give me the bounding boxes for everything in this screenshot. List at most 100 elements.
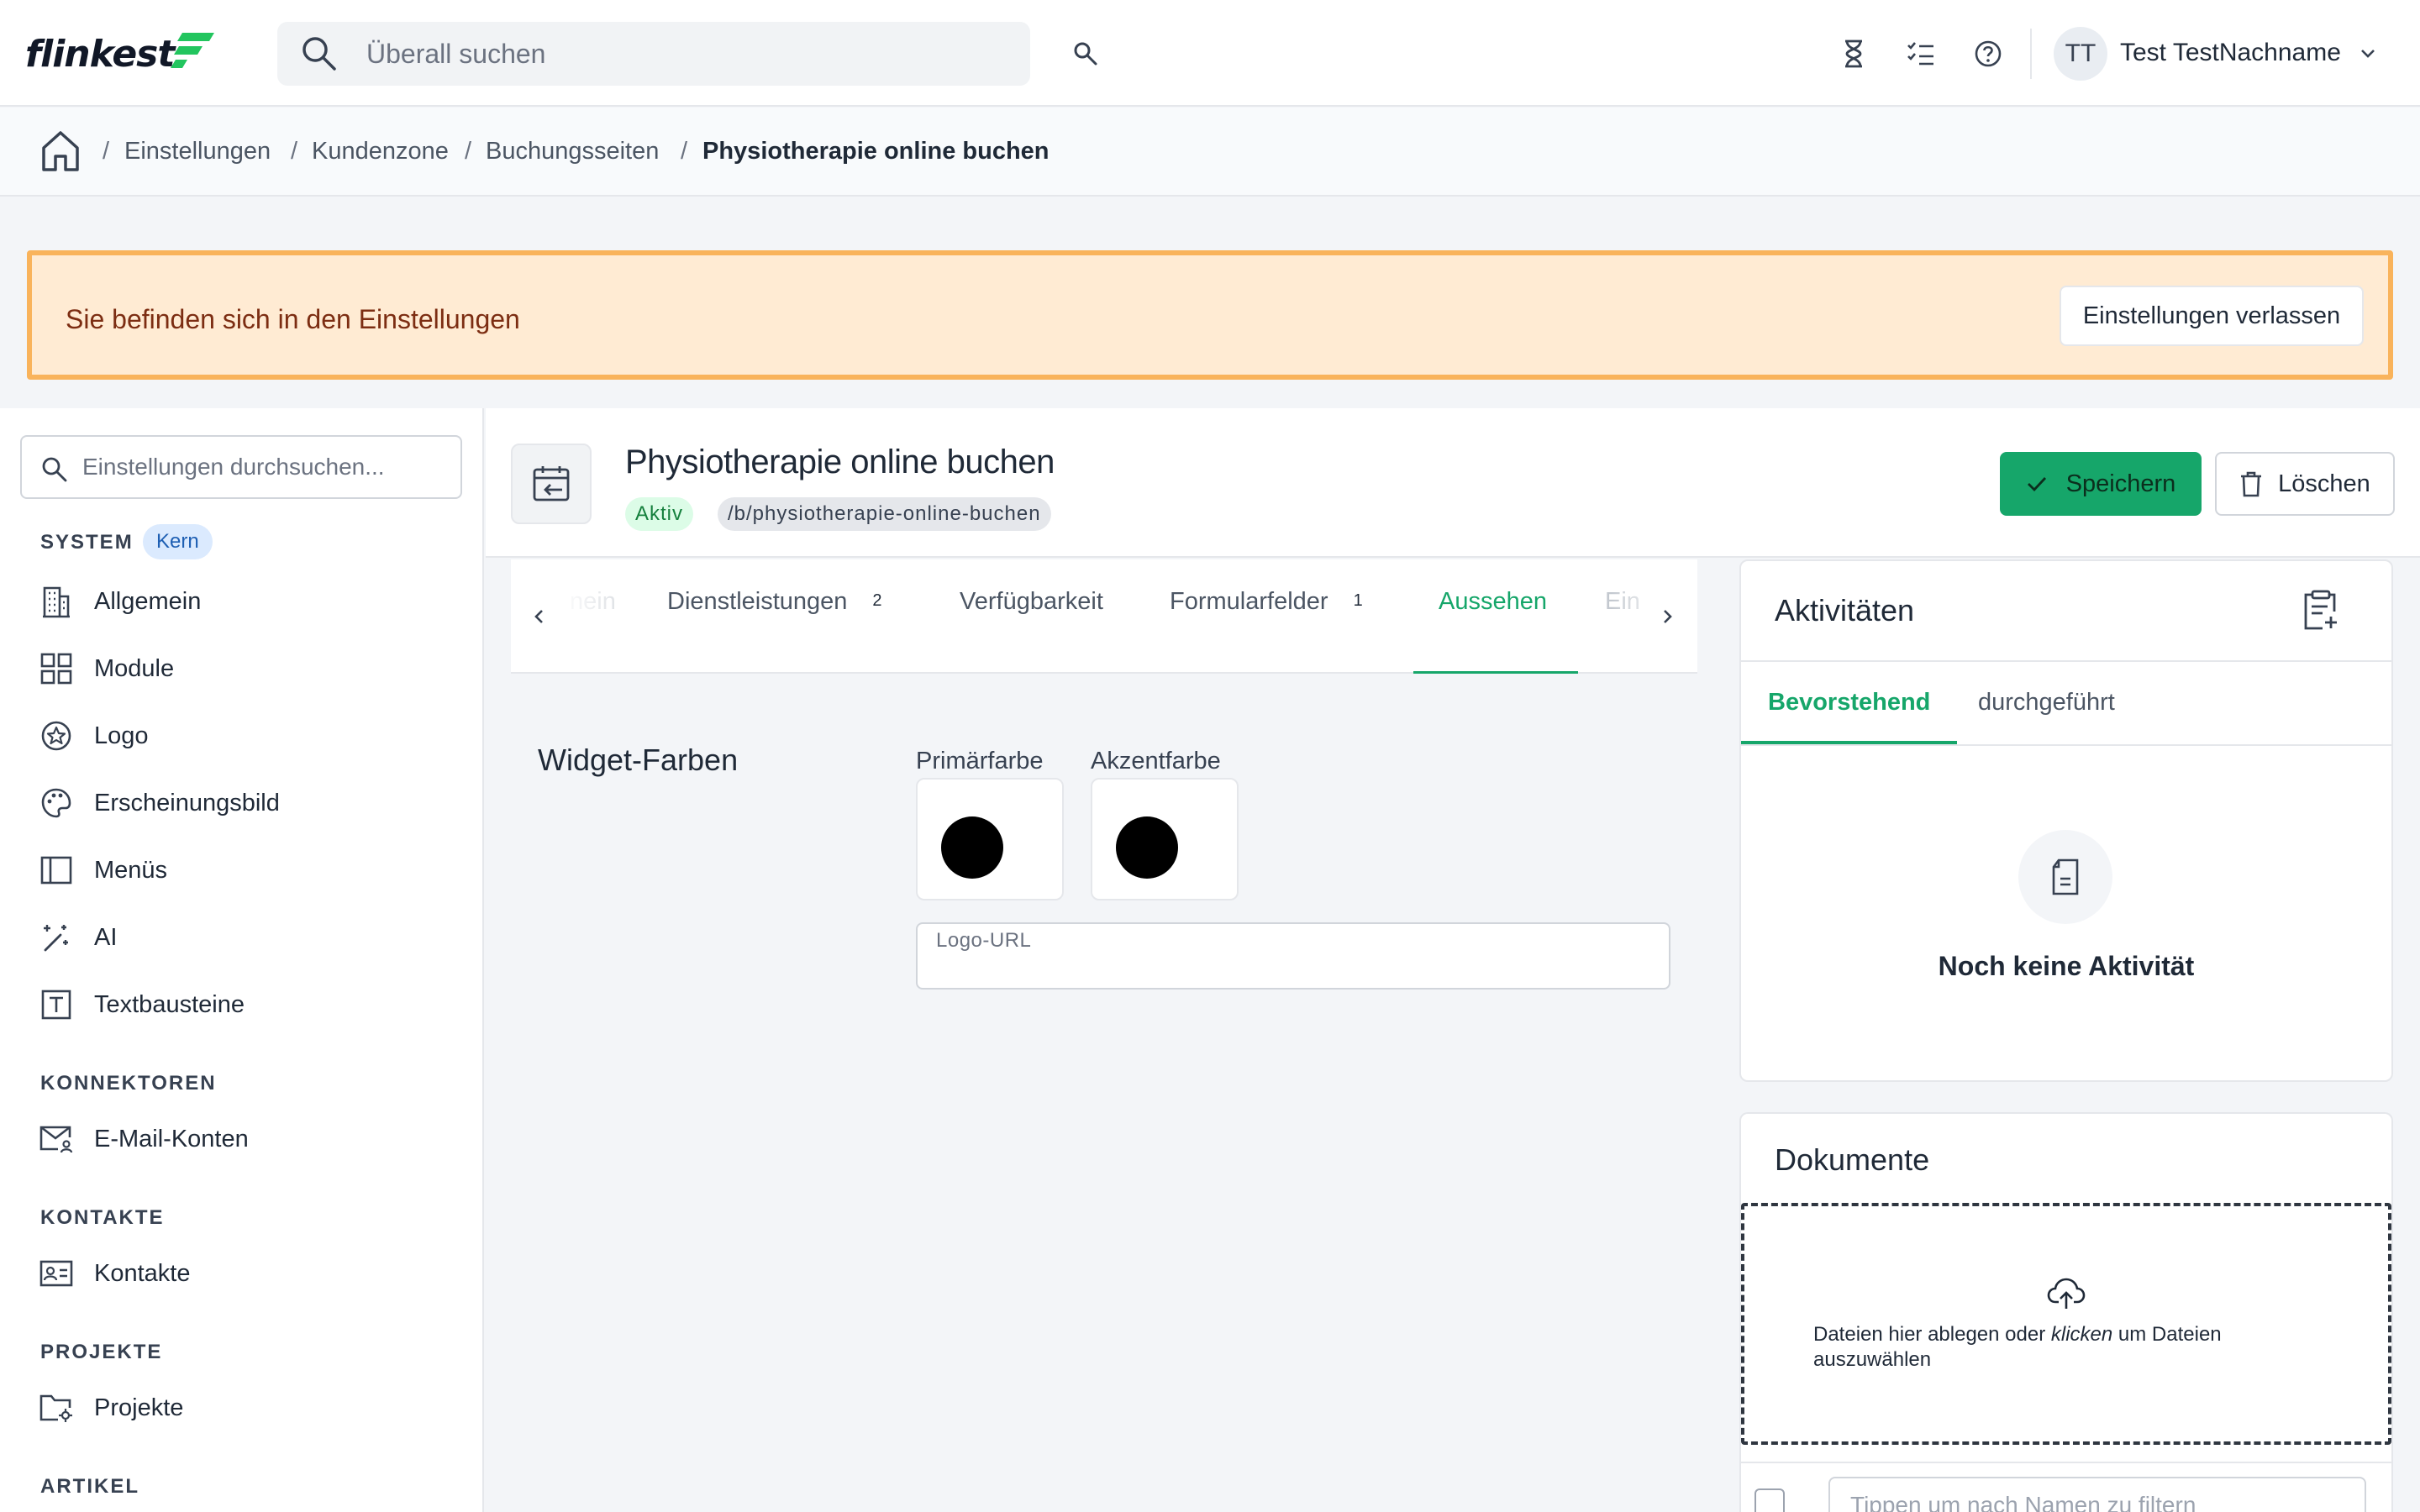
sidebar-item-label: Logo: [94, 722, 149, 749]
badge-kern: Kern: [143, 524, 213, 559]
file-dropzone[interactable]: Dateien hier ablegen oder klicken um Dat…: [1741, 1203, 2391, 1445]
star-badge-icon: [39, 718, 74, 753]
tab-count: 2: [872, 591, 882, 610]
breadcrumb-einstellungen[interactable]: Einstellungen: [124, 138, 271, 165]
page-title: Physiotherapie online buchen: [625, 444, 1055, 480]
sidebar-item-label: Menüs: [94, 856, 168, 884]
app-logo[interactable]: flinkest: [25, 30, 216, 77]
sidebar-item-textbausteine[interactable]: Textbausteine: [39, 984, 245, 1025]
page-header: Physiotherapie online buchen Aktiv /b/ph…: [486, 408, 2420, 558]
global-search[interactable]: [277, 22, 1030, 86]
tab-count: 1: [1353, 591, 1363, 610]
search-icon: [42, 457, 67, 482]
logo-url-label: Logo-URL: [936, 929, 1032, 952]
breadcrumb-separator: /: [465, 138, 472, 165]
logo-url-field[interactable]: Logo-URL: [916, 922, 1670, 990]
sidebar-item-projekte[interactable]: Projekte: [39, 1388, 183, 1428]
save-label: Speichern: [2065, 470, 2176, 497]
section-artikel: ARTIKEL: [40, 1475, 139, 1498]
hourglass-icon[interactable]: [1837, 37, 1870, 71]
slug-badge: /b/physiotherapie-online-buchen: [718, 497, 1051, 531]
sidebar-item-menues[interactable]: Menüs: [39, 850, 167, 890]
breadcrumb-kundenzone[interactable]: Kundenzone: [312, 138, 449, 165]
clipboard-add-icon[interactable]: [2302, 590, 2339, 632]
sidebar-item-erscheinungsbild[interactable]: Erscheinungsbild: [39, 783, 280, 823]
settings-sidebar: SYSTEM Kern Allgemein Module Logo Ersche…: [0, 408, 484, 1512]
activities-card: Aktivitäten Bevorstehend durchgeführt No…: [1739, 559, 2393, 1082]
primary-color-label: Primärfarbe: [916, 748, 1044, 774]
empty-activities-text: Noch keine Aktivität: [1938, 951, 2195, 981]
breadcrumb-current: Physiotherapie online buchen: [702, 138, 1050, 165]
tab-fade-right: [1612, 559, 1662, 672]
chevron-down-icon[interactable]: [2358, 44, 2378, 64]
sidebar-item-ai[interactable]: AI: [39, 917, 117, 958]
dropzone-text-before: Dateien hier ablegen oder: [1813, 1323, 2051, 1346]
delete-button[interactable]: Löschen: [2215, 452, 2395, 516]
home-icon[interactable]: [40, 129, 81, 173]
settings-search[interactable]: [20, 435, 462, 499]
accent-color-picker[interactable]: [1091, 778, 1239, 900]
sidebar-item-label: Module: [94, 654, 175, 682]
help-icon[interactable]: [1971, 37, 2005, 71]
contact-card-icon: [39, 1256, 74, 1291]
sidebar-item-kontakte[interactable]: Kontakte: [39, 1253, 190, 1294]
sidebar-item-label: Projekte: [94, 1394, 184, 1421]
sidebar-item-module[interactable]: Module: [39, 648, 174, 689]
documents-title: Dokumente: [1775, 1142, 1930, 1177]
sidebar-item-logo[interactable]: Logo: [39, 716, 149, 756]
tab-dienstleistungen[interactable]: Dienstleistungen 2: [667, 588, 882, 674]
tab-bevorstehend[interactable]: Bevorstehend: [1741, 660, 1958, 744]
document-filter[interactable]: [1828, 1477, 2366, 1512]
section-konnektoren: KONNEKTOREN: [40, 1072, 217, 1095]
logo-mark-icon: [171, 33, 215, 68]
cloud-upload-icon: [2047, 1278, 2086, 1309]
search-trigger-icon[interactable]: [1071, 39, 1101, 69]
topbar-divider: [2030, 29, 2032, 79]
grid-icon: [39, 651, 74, 686]
save-button[interactable]: Speichern: [2000, 452, 2202, 516]
mail-user-icon: [39, 1121, 74, 1157]
primary-color-picker[interactable]: [916, 778, 1064, 900]
select-all-checkbox[interactable]: [1754, 1488, 1785, 1512]
section-projekte: PROJEKTE: [40, 1341, 163, 1363]
breadcrumb-separator: /: [103, 138, 110, 165]
user-name[interactable]: Test TestNachname: [2120, 39, 2341, 67]
magic-wand-icon: [39, 920, 74, 955]
tab-label: Formularfelder: [1170, 588, 1328, 615]
logo-url-input[interactable]: [936, 954, 1650, 984]
top-bar: flinkest TT Test TestNachname: [0, 0, 2420, 107]
settings-search-input[interactable]: [82, 449, 452, 486]
tab-durchgefuehrt[interactable]: durchgeführt: [1978, 689, 2115, 764]
global-search-input[interactable]: [366, 34, 1005, 74]
sidebar-item-label: AI: [94, 923, 118, 951]
sidebar-item-label: E-Mail-Konten: [94, 1125, 249, 1152]
sidebar-item-label: Erscheinungsbild: [94, 789, 280, 816]
calendar-import-icon: [511, 444, 592, 524]
accent-color-label: Akzentfarbe: [1091, 748, 1221, 774]
avatar[interactable]: TT: [2054, 27, 2107, 81]
status-badge: Aktiv: [625, 497, 694, 531]
sidebar-item-allgemein[interactable]: Allgemein: [39, 581, 201, 622]
chevron-left-icon[interactable]: [529, 606, 550, 627]
delete-label: Löschen: [2278, 470, 2370, 497]
primary-color-swatch: [941, 816, 1003, 879]
document-filter-input[interactable]: [1850, 1488, 2346, 1512]
leave-settings-button[interactable]: Einstellungen verlassen: [2060, 286, 2364, 346]
chevron-right-icon[interactable]: [1657, 606, 1677, 627]
tab-verfuegbarkeit[interactable]: Verfügbarkeit: [960, 588, 1103, 674]
tab-aussehen[interactable]: Aussehen: [1413, 588, 1578, 674]
section-system: SYSTEM: [40, 531, 134, 554]
folder-gear-icon: [39, 1390, 74, 1425]
breadcrumb-buchungsseiten[interactable]: Buchungsseiten: [486, 138, 659, 165]
tab-formularfelder[interactable]: Formularfelder 1: [1170, 588, 1363, 674]
sidebar-item-label: Kontakte: [94, 1259, 191, 1287]
building-icon: [39, 584, 74, 619]
checklist-icon[interactable]: [1904, 37, 1938, 71]
sidebar-item-label: Allgemein: [94, 587, 202, 615]
settings-banner: Sie befinden sich in den Einstellungen E…: [27, 250, 2393, 380]
accent-color-swatch: [1116, 816, 1178, 879]
section-kontakte: KONTAKTE: [40, 1206, 165, 1229]
logo-text: flinkest: [25, 32, 175, 76]
activities-body-divider: [1741, 744, 2391, 746]
sidebar-item-email-konten[interactable]: E-Mail-Konten: [39, 1119, 249, 1159]
